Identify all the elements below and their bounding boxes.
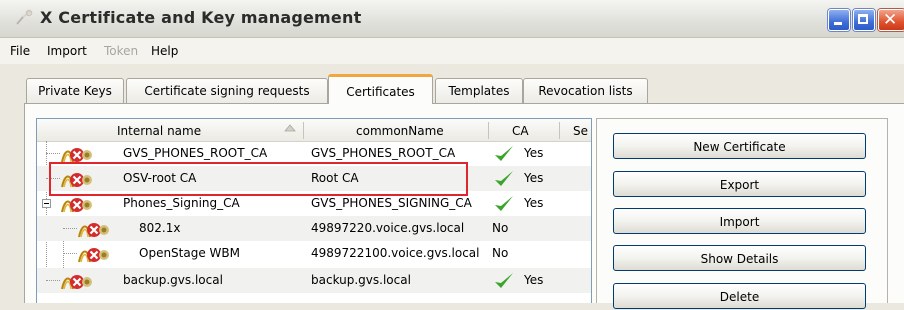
close-button[interactable]: ✕ (878, 9, 904, 31)
table-row[interactable]: OSV-root CA Root CA Yes (37, 166, 591, 191)
column-serial[interactable]: Se (573, 119, 588, 141)
maximize-icon (858, 14, 868, 24)
column-common-name[interactable]: commonName (356, 119, 444, 141)
sort-ascending-icon (284, 124, 296, 132)
certificate-revoked-icon (78, 248, 109, 263)
table-header: Internal name commonName CA Se (37, 119, 591, 142)
cell-ca: No (492, 246, 509, 260)
tab-certificates[interactable]: Certificates (328, 74, 433, 104)
column-internal-name[interactable]: Internal name (117, 119, 201, 141)
table-row[interactable]: backup.gvs.local backup.gvs.local Yes (37, 268, 591, 293)
tree-branch (63, 228, 77, 229)
check-icon (495, 146, 513, 161)
certificate-revoked-icon (61, 148, 92, 163)
tree-branch (46, 178, 60, 179)
certificate-revoked-icon (61, 173, 92, 188)
menu-file[interactable]: File (10, 44, 30, 58)
show-details-button[interactable]: Show Details (613, 245, 866, 271)
cell-internal-name: backup.gvs.local (123, 273, 223, 287)
minus-icon (44, 203, 49, 204)
certificate-revoked-icon (61, 198, 92, 213)
maximize-button[interactable] (853, 9, 875, 31)
cell-ca: Yes (524, 273, 544, 287)
table-row[interactable]: OpenStage WBM 4989722100.voice.gvs.local… (37, 241, 591, 266)
export-button[interactable]: Export (613, 171, 866, 197)
cell-common-name: GVS_PHONES_ROOT_CA (311, 146, 456, 160)
cell-common-name: Root CA (311, 171, 359, 185)
cell-internal-name: GVS_PHONES_ROOT_CA (123, 146, 268, 160)
check-icon (495, 196, 513, 211)
certificate-revoked-icon (78, 223, 109, 238)
cell-ca: Yes (524, 196, 544, 210)
table-row[interactable]: Phones_Signing_CA GVS_PHONES_SIGNING_CA … (37, 191, 591, 216)
certificate-revoked-icon (61, 275, 92, 290)
cell-common-name: GVS_PHONES_SIGNING_CA (311, 196, 472, 210)
certificate-table[interactable]: Internal name commonName CA Se GVS_PHONE… (36, 118, 592, 303)
cell-internal-name: OpenStage WBM (139, 246, 240, 260)
menu-bar: File Import Token Help (0, 38, 904, 64)
tab-certificate-signing-requests[interactable]: Certificate signing requests (126, 78, 328, 103)
cell-common-name: 4989722100.voice.gvs.local (311, 246, 480, 260)
import-button[interactable]: Import (613, 208, 866, 234)
menu-help[interactable]: Help (151, 44, 178, 58)
cell-internal-name: 802.1x (139, 221, 181, 235)
new-certificate-button[interactable]: New Certificate (613, 133, 866, 159)
window-title: X Certificate and Key management (40, 8, 362, 27)
cell-internal-name: OSV-root CA (123, 171, 197, 185)
close-icon: ✕ (883, 10, 898, 30)
app-icon (16, 9, 33, 25)
tree-branch (63, 253, 77, 254)
collapse-toggle[interactable] (42, 199, 51, 208)
check-icon (495, 171, 513, 186)
menu-import[interactable]: Import (47, 44, 87, 58)
column-ca[interactable]: CA (512, 119, 529, 141)
tree-branch (46, 153, 60, 154)
tree-branch (46, 280, 60, 281)
delete-button[interactable]: Delete (613, 283, 866, 309)
cell-ca: No (492, 221, 509, 235)
check-icon (495, 273, 513, 288)
table-row[interactable]: 802.1x 49897220.voice.gvs.local No (37, 216, 591, 241)
tab-revocation-lists[interactable]: Revocation lists (523, 78, 648, 103)
cell-ca: Yes (524, 171, 544, 185)
minimize-button[interactable] (828, 9, 850, 31)
column-separator[interactable] (559, 122, 560, 139)
tab-strip: Private Keys Certificate signing request… (0, 72, 904, 104)
menu-token: Token (104, 44, 139, 58)
column-separator[interactable] (303, 122, 304, 139)
cell-internal-name: Phones_Signing_CA (123, 196, 240, 210)
cell-ca: Yes (524, 146, 544, 160)
cell-common-name: 49897220.voice.gvs.local (311, 221, 465, 235)
minimize-icon (834, 22, 842, 25)
cell-common-name: backup.gvs.local (311, 273, 411, 287)
tab-private-keys[interactable]: Private Keys (26, 78, 124, 103)
table-row[interactable]: GVS_PHONES_ROOT_CA GVS_PHONES_ROOT_CA Ye… (37, 141, 591, 166)
tab-templates[interactable]: Templates (435, 78, 523, 103)
column-separator[interactable] (488, 122, 489, 139)
title-bar: X Certificate and Key management ✕ (0, 0, 904, 38)
